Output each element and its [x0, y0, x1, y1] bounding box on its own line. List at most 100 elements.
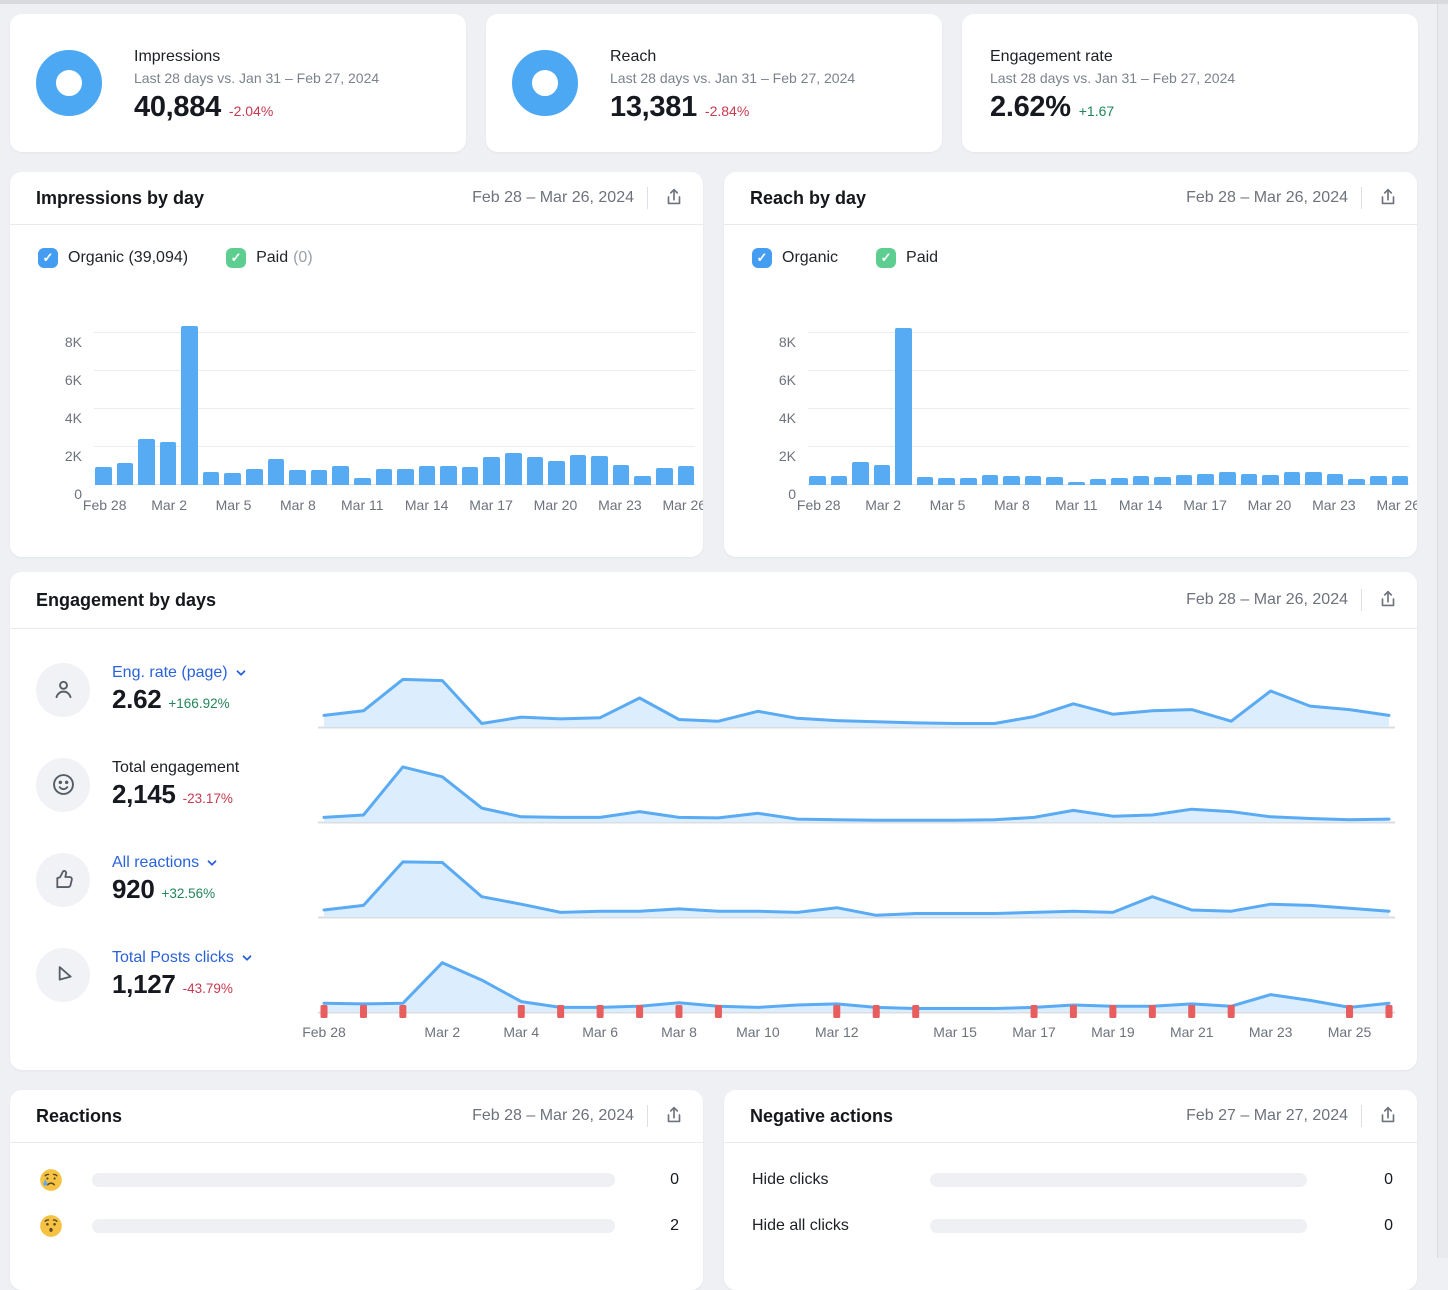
- y-axis-tick-label: 8K: [38, 334, 82, 350]
- legend-organic-checkbox[interactable]: ✓ Organic (39,094): [38, 248, 188, 268]
- x-axis-tick-label: Mar 12: [815, 1024, 859, 1040]
- x-axis-tick-label: Mar 17: [1183, 497, 1227, 513]
- post-flag-icon[interactable]: [1188, 1005, 1195, 1018]
- x-axis-tick-label: Mar 14: [405, 497, 449, 513]
- date-range: Feb 28 – Mar 26, 2024: [1186, 189, 1348, 207]
- export-icon: [1377, 588, 1399, 613]
- engagement-value: 920: [112, 874, 154, 905]
- kpi-subtitle: Last 28 days vs. Jan 31 – Feb 27, 2024: [990, 70, 1404, 86]
- bar-mar-19: [1241, 474, 1258, 485]
- x-axis-labels: Feb 28Mar 2Mar 5Mar 8Mar 11Mar 14Mar 17M…: [94, 497, 695, 517]
- bar-mar-14: [1133, 476, 1150, 485]
- engagement-metric: All reactions 920 +32.56%: [36, 832, 318, 927]
- post-flag-icon[interactable]: [399, 1005, 406, 1018]
- checkbox-checked-icon[interactable]: ✓: [752, 248, 772, 268]
- panel-title: Reach by day: [750, 188, 866, 209]
- checkbox-checked-icon[interactable]: ✓: [876, 248, 896, 268]
- scrollbar[interactable]: [1437, 4, 1448, 1258]
- bar-mar-12: [376, 469, 393, 485]
- post-flag-icon[interactable]: [715, 1005, 722, 1018]
- negative-action-bar-track: [930, 1219, 1307, 1233]
- kpi-card-engagement-rate: Engagement rate Last 28 days vs. Jan 31 …: [962, 14, 1418, 152]
- reach-by-day-panel: Reach by day Feb 28 – Mar 26, 2024 ✓ Org…: [724, 172, 1417, 557]
- engagement-metric-selector[interactable]: All reactions: [112, 854, 218, 872]
- post-flag-icon[interactable]: [321, 1005, 328, 1018]
- engagement-value-row: 2,145-23.17%: [112, 779, 239, 810]
- checkbox-checked-icon[interactable]: ✓: [226, 248, 246, 268]
- x-axis-tick-label: Mar 23: [598, 497, 642, 513]
- x-axis-tick-label: Mar 5: [930, 497, 966, 513]
- panel-title: Impressions by day: [36, 188, 204, 209]
- bar-mar-18: [505, 453, 522, 485]
- post-flag-icon[interactable]: [1228, 1005, 1235, 1018]
- engagement-delta: +32.56%: [161, 886, 215, 901]
- engagement-metric-label: Total engagement: [112, 759, 239, 777]
- negative-action-bar-track: [930, 1173, 1307, 1187]
- x-axis-tick-label: Mar 5: [216, 497, 252, 513]
- post-flag-icon[interactable]: [912, 1005, 919, 1018]
- bar-mar-4: [203, 472, 220, 485]
- post-flag-icon[interactable]: [557, 1005, 564, 1018]
- bar-mar-22: [1305, 472, 1322, 485]
- engagement-metric: Total Posts clicks 1,127-43.79%: [36, 927, 318, 1022]
- legend-count: (0): [293, 249, 313, 267]
- bar-feb-28: [95, 467, 112, 485]
- post-flag-icon[interactable]: [636, 1005, 643, 1018]
- post-flag-icon[interactable]: [1109, 1005, 1116, 1018]
- post-flag-icon[interactable]: [1385, 1005, 1392, 1018]
- engagement-metric-selector[interactable]: Eng. rate (page): [112, 664, 247, 682]
- bar-mar-1: [852, 462, 869, 485]
- sparkline-chart: [318, 946, 1395, 1022]
- post-flag-icon[interactable]: [873, 1005, 880, 1018]
- legend-organic-checkbox[interactable]: ✓ Organic: [752, 248, 838, 268]
- engagement-row-eng-rate-page-: Eng. rate (page) 2.62+166.92%: [10, 642, 1417, 737]
- post-flag-icon[interactable]: [1070, 1005, 1077, 1018]
- post-flag-icon[interactable]: [597, 1005, 604, 1018]
- bar-mar-7: [268, 459, 285, 485]
- x-axis-tick-label: Mar 15: [933, 1024, 977, 1040]
- legend-paid-checkbox[interactable]: ✓ Paid: [876, 248, 938, 268]
- export-button[interactable]: [661, 1102, 687, 1131]
- checkbox-checked-icon[interactable]: ✓: [38, 248, 58, 268]
- export-icon: [1377, 1104, 1399, 1129]
- legend-paid-checkbox[interactable]: ✓ Paid (0): [226, 248, 313, 268]
- reaction-row: 0: [10, 1157, 703, 1203]
- impressions-by-day-panel: Impressions by day Feb 28 – Mar 26, 2024…: [10, 172, 703, 557]
- legend-label: Organic: [782, 249, 838, 267]
- engagement-metric-text: Eng. rate (page) 2.62+166.92%: [112, 664, 247, 715]
- x-axis-tick-label: Feb 28: [797, 497, 841, 513]
- engagement-x-axis: Feb 28Mar 2Mar 4Mar 6Mar 8Mar 10Mar 12Ma…: [318, 1024, 1395, 1046]
- chevron-down-icon: [206, 857, 218, 869]
- bar-feb-29: [831, 476, 848, 485]
- bar-mar-4: [917, 477, 934, 485]
- post-flag-icon[interactable]: [1031, 1005, 1038, 1018]
- kpi-delta: -2.84%: [705, 103, 749, 119]
- engagement-value-row: 2.62+166.92%: [112, 684, 247, 715]
- post-flag-icon[interactable]: [1346, 1005, 1353, 1018]
- kpi-delta: +1.67: [1079, 103, 1114, 119]
- export-button[interactable]: [661, 184, 687, 213]
- x-axis-tick-label: Mar 25: [1328, 1024, 1372, 1040]
- x-axis-tick-label: Mar 6: [582, 1024, 618, 1040]
- post-flag-icon[interactable]: [518, 1005, 525, 1018]
- impressions-bar-chart: 02K4K6K8K: [94, 318, 695, 485]
- divider: [1361, 1105, 1362, 1127]
- x-axis-tick-label: Mar 8: [280, 497, 316, 513]
- bar-mar-11: [354, 478, 371, 485]
- post-flag-icon[interactable]: [833, 1005, 840, 1018]
- engagement-value-row: 1,127-43.79%: [112, 969, 253, 1000]
- export-button[interactable]: [1375, 586, 1401, 615]
- post-flag-icon[interactable]: [675, 1005, 682, 1018]
- bar-mar-7: [982, 475, 999, 485]
- donut-icon: [512, 50, 578, 116]
- export-button[interactable]: [1375, 1102, 1401, 1131]
- x-axis-tick-label: Mar 20: [534, 497, 578, 513]
- engagement-metric-selector[interactable]: Total Posts clicks: [112, 949, 253, 967]
- negative-action-row: Hide clicks0: [724, 1157, 1417, 1203]
- post-flag-icon[interactable]: [360, 1005, 367, 1018]
- export-button[interactable]: [1375, 184, 1401, 213]
- post-flag-icon[interactable]: [1149, 1005, 1156, 1018]
- kpi-delta: -2.04%: [229, 103, 273, 119]
- bar-mar-15: [440, 466, 457, 485]
- kpi-value: 13,381: [610, 91, 697, 124]
